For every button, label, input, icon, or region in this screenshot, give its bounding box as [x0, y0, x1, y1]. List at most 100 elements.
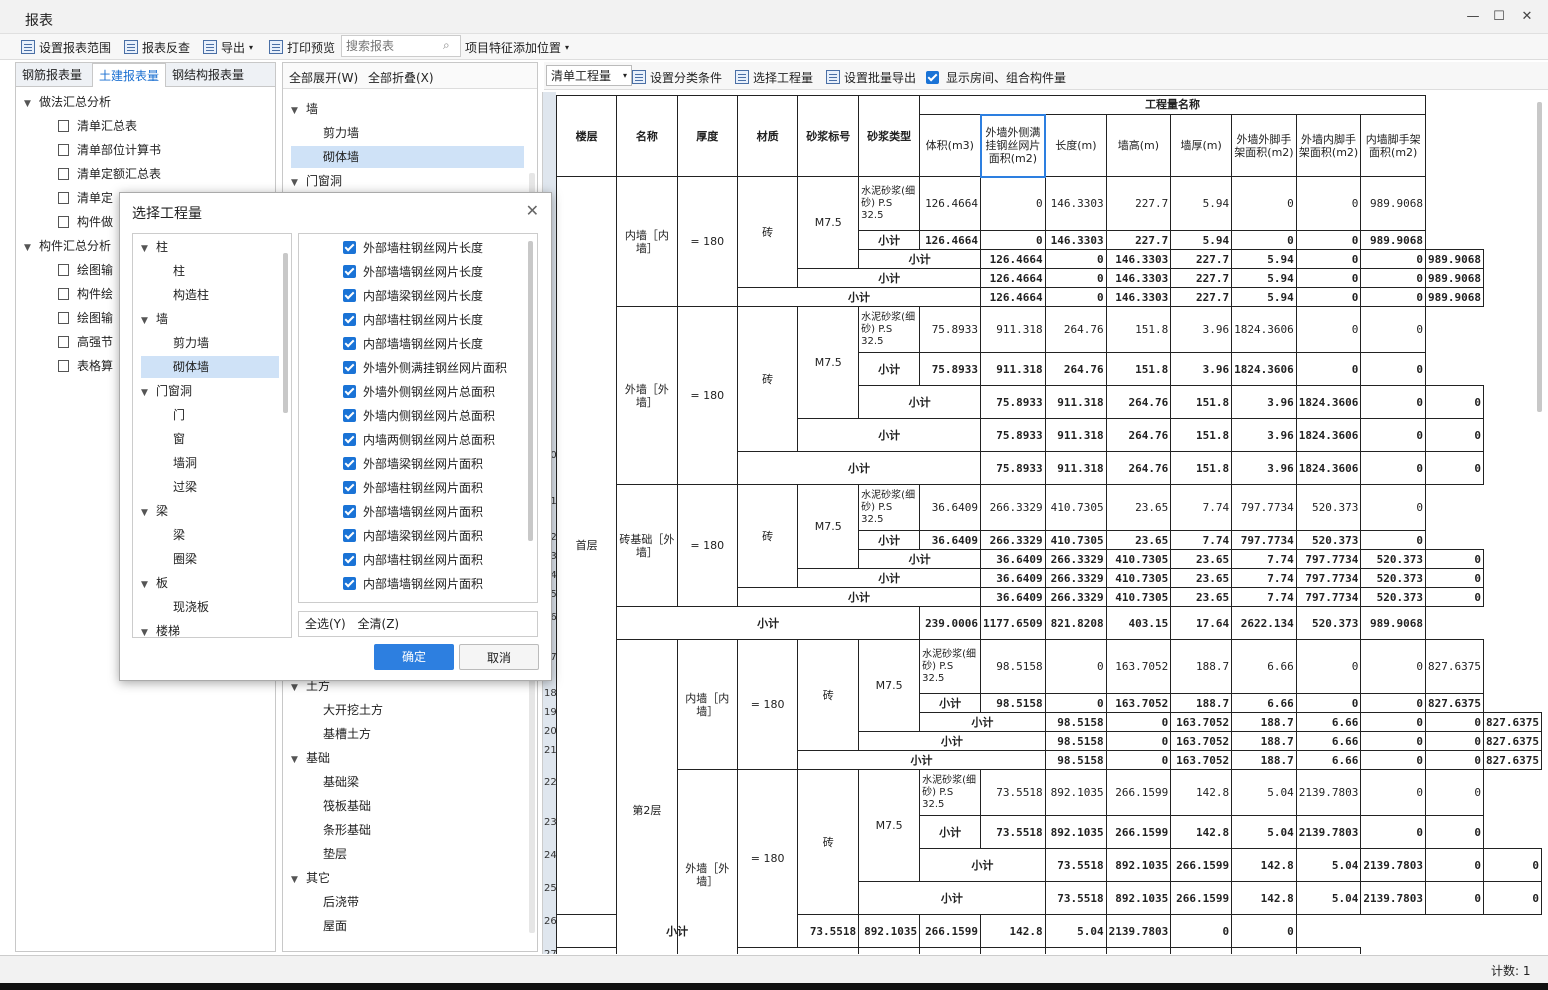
quantity-checkbox-item[interactable]: 内部墙墙钢丝网片长度	[343, 333, 483, 355]
close-icon[interactable]: ✕	[526, 201, 539, 220]
checkbox-checked-icon[interactable]	[343, 505, 356, 518]
tree-item[interactable]: 屋面	[291, 915, 524, 937]
checkbox-checked-icon[interactable]	[343, 241, 356, 254]
quantity-checkbox-item[interactable]: 外部墙墙钢丝网片面积	[343, 501, 483, 523]
checkbox-checked-icon[interactable]	[343, 289, 356, 302]
checkbox-checked-icon[interactable]	[343, 553, 356, 566]
tree-item[interactable]: 大开挖土方	[291, 699, 524, 721]
quantity-checkbox-item[interactable]: 外墙内侧钢丝网片总面积	[343, 405, 495, 427]
checkbox-checked-icon[interactable]	[343, 577, 356, 590]
quantity-checkbox-item[interactable]: 外部墙墙钢丝网片长度	[343, 261, 483, 283]
checkbox-checked-icon[interactable]	[343, 457, 356, 470]
search-icon[interactable]: ⌕	[443, 38, 450, 53]
quantity-checkbox-item[interactable]: 外部墙梁钢丝网片面积	[343, 453, 483, 475]
tree-group[interactable]: ▼ 楼梯	[141, 620, 279, 637]
tree-group[interactable]: ▼ 墙	[141, 308, 279, 330]
chevron-down-icon[interactable]: ▼	[291, 172, 303, 194]
checkbox-checked-icon[interactable]	[343, 481, 356, 494]
tree-item[interactable]: 圈梁	[141, 548, 279, 570]
expand-all-button[interactable]: 全部展开(W)	[289, 69, 358, 86]
show-rooms-checkbox[interactable]: 显示房间、组合构件量	[926, 68, 1066, 86]
tree-item[interactable]: 砌体墙	[141, 356, 279, 378]
tree-group[interactable]: ▼ 做法汇总分析	[24, 91, 274, 113]
export-button[interactable]: 导出 ▾	[203, 38, 253, 56]
set-range-button[interactable]: 设置报表范围	[21, 38, 111, 56]
tree-item[interactable]: 门	[141, 404, 279, 426]
tree-item[interactable]: 现浇板	[141, 596, 279, 618]
tree-item[interactable]: 垫层	[291, 843, 524, 865]
quantity-checkbox-item[interactable]: 内部墙柱钢丝网片面积	[343, 549, 483, 571]
chevron-down-icon[interactable]: ▼	[24, 237, 36, 259]
chevron-down-icon[interactable]: ▼	[291, 749, 303, 771]
tree-item[interactable]: 构造柱	[141, 284, 279, 306]
tree-item[interactable]: 墙洞	[141, 452, 279, 474]
tree-item[interactable]: 砌体墙	[291, 146, 524, 168]
tab-rebar[interactable]: 钢筋报表量	[16, 63, 88, 87]
tree-item[interactable]: 后浇带	[291, 891, 524, 913]
tree-item[interactable]: 窗	[141, 428, 279, 450]
scrollbar-thumb[interactable]	[283, 253, 288, 413]
quantity-checkbox-item[interactable]: 内部墙梁钢丝网片面积	[343, 525, 483, 547]
tree-group[interactable]: ▼ 墙	[291, 98, 524, 120]
tab-steel[interactable]: 钢结构报表量	[166, 63, 250, 87]
tree-group[interactable]: ▼ 板	[141, 572, 279, 594]
select-all-button[interactable]: 全选(Y)	[305, 617, 346, 631]
tree-group[interactable]: ▼ 柱	[141, 236, 279, 258]
print-preview-button[interactable]: 打印预览	[269, 38, 335, 56]
checkbox-checked-icon[interactable]	[343, 529, 356, 542]
tree-group[interactable]: ▼ 梁	[141, 500, 279, 522]
collapse-all-button[interactable]: 全部折叠(X)	[368, 69, 434, 86]
set-category-button[interactable]: 设置分类条件	[632, 68, 722, 86]
tree-item[interactable]: 过梁	[141, 476, 279, 498]
close-icon[interactable]: ✕	[1518, 8, 1536, 26]
scrollbar-thumb[interactable]	[1537, 102, 1542, 412]
tree-group[interactable]: ▼ 门窗洞	[291, 170, 524, 192]
quantity-checkbox-item[interactable]: 外墙外侧钢丝网片总面积	[343, 381, 495, 403]
chevron-down-icon[interactable]: ▼	[291, 100, 303, 122]
chevron-down-icon[interactable]: ▼	[291, 869, 303, 891]
checkbox-checked-icon[interactable]	[343, 433, 356, 446]
tree-item[interactable]: 清单汇总表	[24, 115, 274, 137]
chevron-down-icon[interactable]: ▼	[141, 574, 153, 596]
chevron-down-icon[interactable]: ▼	[141, 238, 153, 260]
checkbox-checked-icon[interactable]	[343, 265, 356, 278]
tree-item[interactable]: 条形基础	[291, 819, 524, 841]
cancel-button[interactable]: 取消	[459, 644, 539, 670]
quantity-checkbox-item[interactable]: 内部墙梁钢丝网片长度	[343, 285, 483, 307]
tab-civil[interactable]: 土建报表量	[92, 63, 167, 87]
quantity-checkbox-item[interactable]: 内部墙墙钢丝网片面积	[343, 573, 483, 595]
reverse-check-button[interactable]: 报表反查	[124, 38, 190, 56]
chevron-down-icon[interactable]: ▼	[141, 310, 153, 332]
ok-button[interactable]: 确定	[374, 644, 454, 670]
batch-export-button[interactable]: 设置批量导出	[826, 68, 916, 86]
tree-item[interactable]: 梁	[141, 524, 279, 546]
checkbox-checked-icon[interactable]	[343, 337, 356, 350]
maximize-icon[interactable]: ☐	[1490, 8, 1508, 26]
minimize-icon[interactable]: —	[1464, 8, 1482, 26]
tree-item[interactable]: 清单部位计算书	[24, 139, 274, 161]
checkbox-checked-icon[interactable]	[343, 361, 356, 374]
tree-item[interactable]: 基础梁	[291, 771, 524, 793]
tree-item[interactable]: 剪力墙	[141, 332, 279, 354]
tree-group[interactable]: ▼ 门窗洞	[141, 380, 279, 402]
quantity-checkbox-item[interactable]: 外部墙柱钢丝网片长度	[343, 237, 483, 259]
tree-group[interactable]: ▼ 其它	[291, 867, 524, 889]
tree-group[interactable]: ▼ 基础	[291, 747, 524, 769]
tree-item[interactable]: 筏板基础	[291, 795, 524, 817]
checkbox-checked-icon[interactable]	[343, 409, 356, 422]
chevron-down-icon[interactable]: ▼	[141, 622, 153, 637]
quantity-type-dropdown[interactable]: 清单工程量 ▾	[546, 65, 633, 86]
clear-all-button[interactable]: 全清(Z)	[358, 617, 400, 631]
checkbox-checked-icon[interactable]	[343, 385, 356, 398]
tree-item[interactable]: 柱	[141, 260, 279, 282]
quantity-checkbox-item[interactable]: 外墙外侧满挂钢丝网片面积	[343, 357, 507, 379]
checkbox-checked-icon[interactable]	[343, 313, 356, 326]
chevron-down-icon[interactable]: ▼	[141, 502, 153, 524]
feature-position-dropdown[interactable]: 项目特征添加位置 ▾	[465, 38, 569, 56]
select-quantity-button[interactable]: 选择工程量	[735, 68, 813, 86]
quantity-checkbox-item[interactable]: 外部墙柱钢丝网片面积	[343, 477, 483, 499]
chevron-down-icon[interactable]: ▼	[24, 93, 36, 115]
quantity-checkbox-item[interactable]: 内墙两侧钢丝网片总面积	[343, 429, 495, 451]
chevron-down-icon[interactable]: ▼	[141, 382, 153, 404]
quantity-checkbox-item[interactable]: 内部墙柱钢丝网片长度	[343, 309, 483, 331]
